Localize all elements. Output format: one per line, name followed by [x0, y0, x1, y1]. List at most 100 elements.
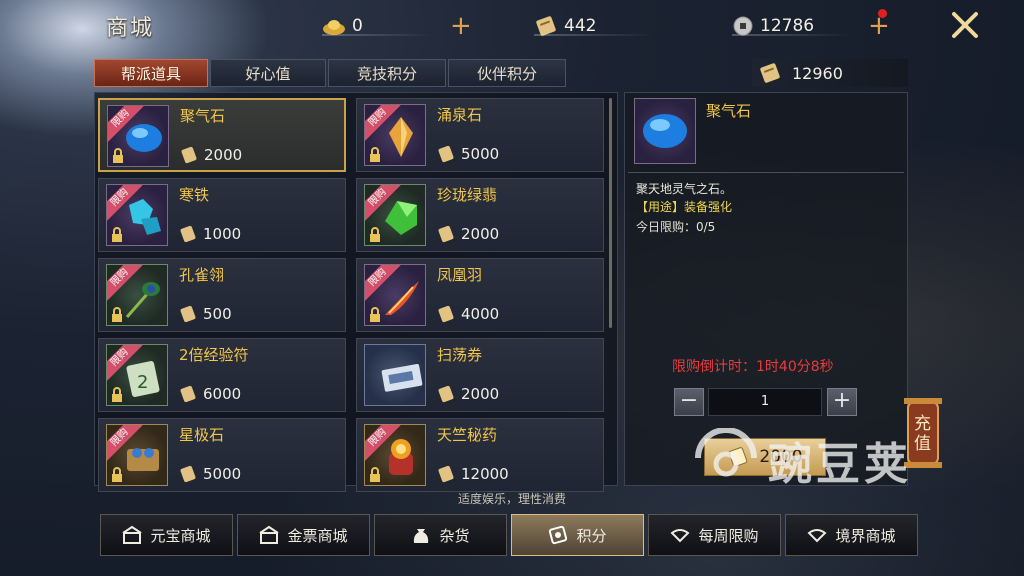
ticket-currency: 442	[534, 12, 654, 40]
item-price: 1000	[179, 225, 241, 243]
nav-ingot-shop[interactable]: 元宝商城	[100, 514, 233, 556]
item-icon-frame: 限购	[364, 424, 426, 486]
nav-points[interactable]: 积分	[511, 514, 644, 556]
limit-countdown: 限购倒计时：1时40分8秒	[672, 359, 834, 375]
item-card[interactable]: 扫荡券 2000	[356, 338, 604, 412]
lock-icon	[112, 307, 122, 322]
close-button[interactable]	[948, 8, 982, 42]
detail-description: 聚天地灵气之石。	[636, 182, 733, 196]
gold-ingot-currency: 0	[322, 12, 432, 40]
item-card[interactable]: 限购 聚气石 2000	[98, 98, 346, 172]
limited-badge: 限购	[365, 185, 401, 221]
item-price: 6000	[179, 385, 241, 403]
watermark-text: 豌豆荚	[768, 439, 912, 490]
item-icon-frame: 限购	[107, 105, 169, 167]
item-name: 扫荡券	[437, 346, 483, 364]
gold-ticket-icon	[180, 385, 196, 403]
lock-icon	[370, 467, 380, 482]
item-icon-frame	[364, 344, 426, 406]
item-price: 500	[179, 305, 232, 323]
points-ticket-icon	[549, 525, 568, 545]
notification-dot	[878, 9, 887, 18]
item-name: 珍珑绿翡	[437, 186, 498, 204]
item-card[interactable]: 限购 寒铁 1000	[98, 178, 346, 252]
detail-item-name: 聚气石	[706, 102, 752, 120]
gold-ticket-icon	[180, 465, 196, 483]
limited-badge: 限购	[107, 265, 143, 301]
watermark: 豌豆荚	[690, 428, 912, 492]
item-name: 孔雀翎	[179, 266, 225, 284]
nav-sundries[interactable]: 杂货	[374, 514, 507, 556]
points-balance: 12960	[752, 59, 908, 87]
category-tabs: 帮派道具 好心值 竞技积分 伙伴积分	[94, 59, 566, 87]
item-icon-frame: 限购	[364, 184, 426, 246]
lock-icon	[113, 148, 123, 163]
watermark-logo-icon	[695, 428, 757, 477]
quantity-input[interactable]: 1	[708, 388, 822, 416]
nav-label: 每周限购	[698, 526, 759, 545]
money-bag-icon	[414, 529, 429, 543]
lock-icon	[370, 227, 380, 242]
gold-ticket-icon	[438, 305, 454, 323]
nav-label: 金票商城	[287, 526, 348, 545]
grid-scrollbar[interactable]	[609, 98, 612, 328]
item-card[interactable]: 限购 星极石 5000	[98, 418, 346, 492]
tab-partner-points[interactable]: 伙伴积分	[448, 59, 566, 87]
item-card[interactable]: 限购 天竺秘药 12000	[356, 418, 604, 492]
item-card[interactable]: 限购 珍珑绿翡 2000	[356, 178, 604, 252]
nav-weekly-limited[interactable]: 每周限购	[648, 514, 781, 556]
detail-item-icon	[634, 98, 696, 164]
tab-kindness[interactable]: 好心值	[210, 59, 326, 87]
limited-badge: 限购	[365, 425, 401, 461]
gift-icon	[807, 529, 828, 543]
gold-ticket-icon	[438, 145, 454, 163]
gold-ticket-icon	[760, 63, 780, 83]
moderation-notice: 适度娱乐，理性消费	[457, 492, 566, 506]
gold-ticket-icon	[180, 225, 196, 243]
limited-badge: 限购	[107, 185, 143, 221]
item-icon-frame: 限购	[106, 424, 168, 486]
nav-label: 积分	[576, 526, 607, 545]
item-card[interactable]: 限购 涌泉石 5000	[356, 98, 604, 172]
add-gold-button[interactable]: +	[450, 13, 472, 39]
divider	[732, 34, 852, 36]
limited-badge: 限购	[108, 106, 144, 142]
item-name: 涌泉石	[437, 106, 483, 124]
nav-label: 元宝商城	[150, 526, 211, 545]
tab-gang-items[interactable]: 帮派道具	[94, 59, 208, 87]
item-card[interactable]: 限购 凤凰羽 4000	[356, 258, 604, 332]
quantity-decrease-button[interactable]: −	[674, 388, 704, 416]
gold-ticket-icon	[438, 465, 454, 483]
gold-ingot-amount: 0	[352, 16, 363, 36]
bottom-nav: 元宝商城 金票商城 杂货 积分 每周限购 境界商城	[100, 514, 918, 556]
item-price: 2000	[437, 225, 499, 243]
divider	[534, 34, 654, 36]
item-card[interactable]: 2 限购 2倍经验符 6000	[98, 338, 346, 412]
item-icon-frame: 限购	[106, 264, 168, 326]
nav-label: 杂货	[439, 526, 470, 545]
lock-icon	[370, 307, 380, 322]
item-name: 2倍经验符	[179, 346, 249, 364]
detail-daily-limit: 今日限购：0/5	[636, 220, 716, 234]
item-price: 12000	[437, 465, 509, 483]
item-price: 5000	[437, 145, 499, 163]
detail-usage: 【用途】装备强化	[636, 200, 733, 214]
tab-arena-points[interactable]: 竞技积分	[328, 59, 446, 87]
nav-realm-shop[interactable]: 境界商城	[785, 514, 918, 556]
gift-icon	[670, 529, 691, 543]
limited-badge: 限购	[107, 425, 143, 461]
page-title: 商城	[106, 16, 155, 41]
item-icon-frame: 限购	[364, 104, 426, 166]
shop-icon	[122, 525, 143, 544]
nav-label: 境界商城	[835, 526, 896, 545]
item-price: 5000	[179, 465, 241, 483]
shop-icon	[259, 525, 280, 544]
top-bar: 商城 0 + 442 12786 +	[0, 0, 1024, 52]
item-name: 寒铁	[179, 186, 210, 204]
item-card[interactable]: 限购 孔雀翎 500	[98, 258, 346, 332]
item-price: 2000	[180, 146, 242, 164]
item-price: 2000	[437, 385, 499, 403]
nav-ticket-shop[interactable]: 金票商城	[237, 514, 370, 556]
gold-ticket-icon	[438, 385, 454, 403]
quantity-increase-button[interactable]: +	[827, 388, 857, 416]
